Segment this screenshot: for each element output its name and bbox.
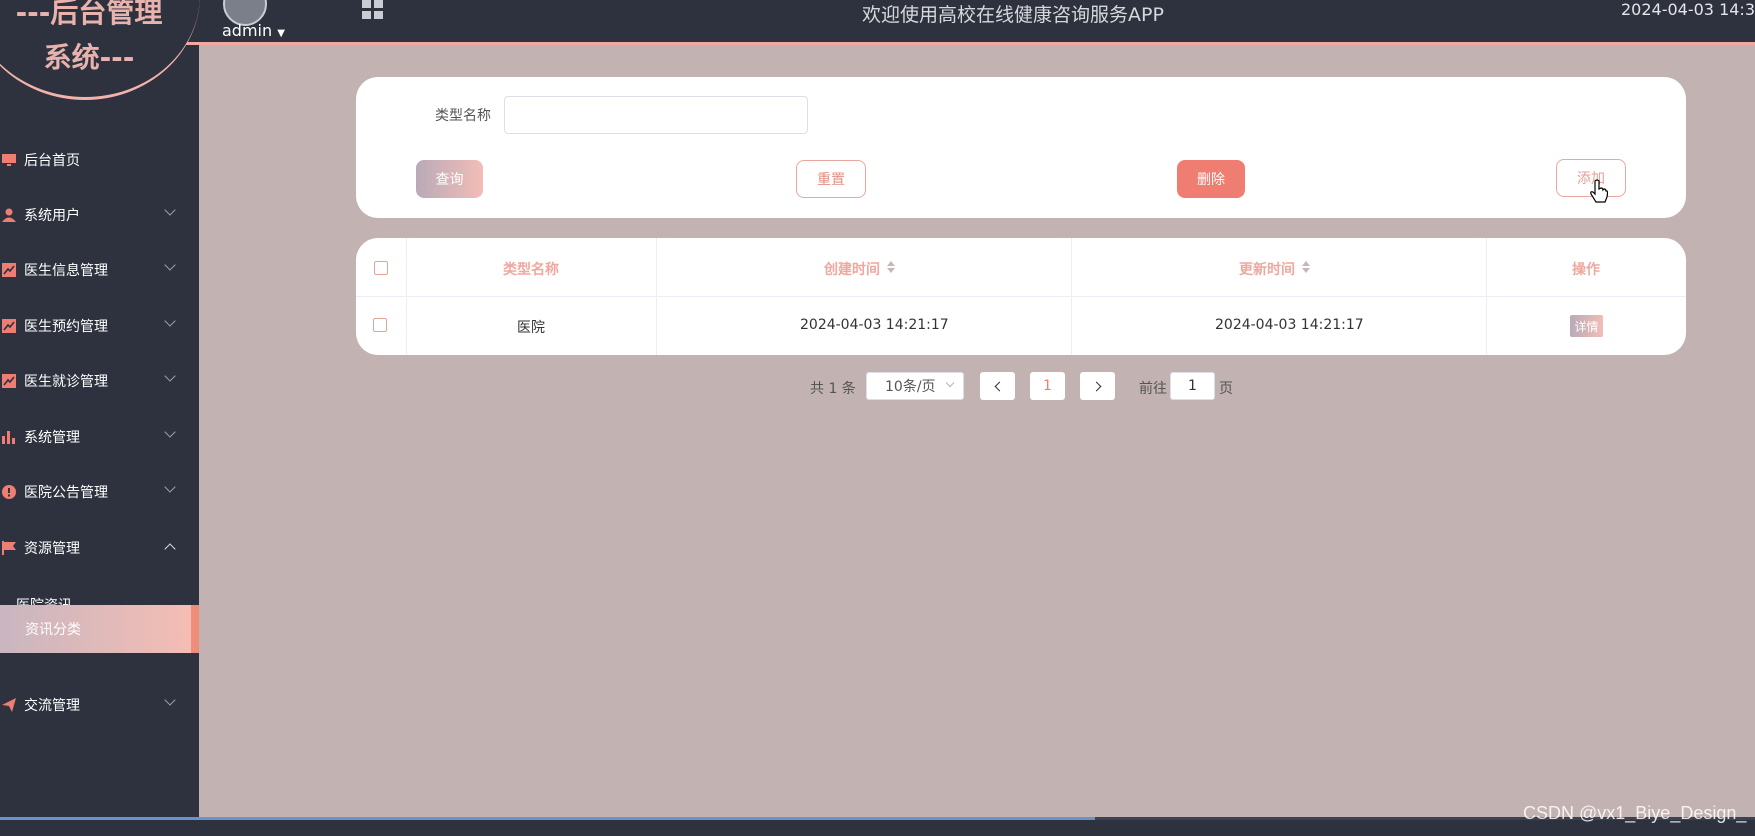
chevron-down-icon [164,204,176,216]
goto-page-input[interactable]: 1 [1170,372,1215,400]
next-page-button[interactable] [1080,372,1115,400]
detail-button[interactable]: 详情 [1570,315,1603,337]
column-divider [406,238,407,355]
row-checkbox[interactable] [373,318,387,332]
chevron-down-icon [945,378,955,388]
column-divider [656,238,657,355]
cell-updated-time: 2024-04-03 14:21:17 [1215,317,1364,333]
sidebar-item-label: 医生信息管理 [24,263,108,279]
sidebar-item-label: 交流管理 [24,698,80,714]
chevron-left-icon [994,381,1004,391]
user-menu[interactable]: admin ▼ [222,21,285,40]
welcome-title: 欢迎使用高校在线健康咨询服务APP [862,4,1164,26]
sidebar-item-communication[interactable]: 交流管理 [0,683,199,727]
sidebar-item-system-users[interactable]: 系统用户 [0,193,199,237]
cell-created-time: 2024-04-03 14:21:17 [800,317,949,333]
column-divider [1486,238,1487,355]
sidebar-item-hospital-notice[interactable]: 医院公告管理 [0,470,199,514]
column-header-updated-time[interactable]: 更新时间 [1239,259,1295,279]
column-header-type-name[interactable]: 类型名称 [503,259,559,279]
sidebar-item-resource-management[interactable]: 资源管理 [0,526,199,570]
reset-button[interactable]: 重置 [796,160,866,198]
type-name-label: 类型名称 [435,108,491,124]
sort-icon[interactable] [886,260,896,274]
sidebar-subitem-news-category[interactable]: 资讯分类 [0,605,199,653]
trend-chart-icon [2,263,16,277]
column-divider [1071,238,1072,355]
column-header-created-time[interactable]: 创建时间 [824,259,880,279]
logo-title-line1: ---后台管理 [15,0,163,29]
sidebar-item-home[interactable]: 后台首页 [0,138,199,182]
watermark: CSDN @vx1_Biye_Design_ [1523,803,1747,823]
sidebar-item-label: 系统管理 [24,430,80,446]
sidebar-item-label: 资源管理 [24,541,80,557]
sidebar-item-doctor-appointment[interactable]: 医生预约管理 [0,304,199,348]
sidebar-item-doctor-info[interactable]: 医生信息管理 [0,248,199,292]
hand-cursor-icon [1590,179,1608,203]
sidebar-item-doctor-visit[interactable]: 医生就诊管理 [0,359,199,403]
page-size-value: 10条/页 [885,379,936,395]
delete-button[interactable]: 删除 [1177,160,1245,198]
flag-icon [2,541,16,555]
page-suffix: 页 [1219,381,1233,397]
chevron-up-icon [164,543,176,555]
cell-type-name: 医院 [517,320,545,336]
select-all-checkbox[interactable] [374,261,388,275]
type-name-input[interactable] [504,96,808,134]
chevron-down-icon [164,370,176,382]
chevron-down-icon: ▼ [277,28,285,39]
chevron-down-icon [164,481,176,493]
username: admin [222,21,273,40]
trend-chart-icon [2,374,16,388]
top-bar: admin ▼ 欢迎使用高校在线健康咨询服务APP 2024-04-03 14:… [0,0,1755,45]
user-icon [2,208,16,222]
bar-chart-icon [2,431,15,444]
data-table: 类型名称 创建时间 更新时间 操作 医院 2024-04-03 14:21:17… [356,238,1686,355]
logo-title-line2: 系统--- [43,41,135,74]
sidebar-item-label: 医院公告管理 [24,485,108,501]
sidebar-item-label: 后台首页 [24,153,80,169]
monitor-icon [2,154,16,166]
chevron-down-icon [164,426,176,438]
goto-label: 前往 [1139,381,1167,397]
page-number-current[interactable]: 1 [1030,372,1065,400]
sidebar: 后台首页 系统用户 医生信息管理 医生预约管理 医生就诊管理 系统管理 医院公告… [0,45,199,836]
query-button[interactable]: 查询 [416,160,483,198]
search-panel: 类型名称 查询 重置 删除 添加 [356,77,1686,218]
sidebar-item-label: 医生就诊管理 [24,374,108,390]
chevron-right-icon [1091,381,1101,391]
info-icon [2,485,16,499]
trend-chart-icon [2,319,16,333]
chevron-down-icon [164,694,176,706]
sidebar-item-label: 医生预约管理 [24,319,108,335]
send-icon [2,698,16,712]
sidebar-item-system-management[interactable]: 系统管理 [0,415,199,459]
total-count: 共 1 条 [810,381,856,397]
sort-icon[interactable] [1301,260,1311,274]
column-header-actions: 操作 [1572,262,1600,278]
prev-page-button[interactable] [980,372,1015,400]
chevron-down-icon [164,315,176,327]
datetime: 2024-04-03 14:32:4 [1621,0,1755,19]
chevron-down-icon [164,259,176,271]
sidebar-item-label: 系统用户 [24,208,80,224]
sidebar-subitem-label: 资讯分类 [25,622,81,638]
bottom-strip [0,820,1755,836]
grid-menu-icon[interactable] [362,0,384,19]
page-size-select[interactable]: 10条/页 [866,372,964,400]
